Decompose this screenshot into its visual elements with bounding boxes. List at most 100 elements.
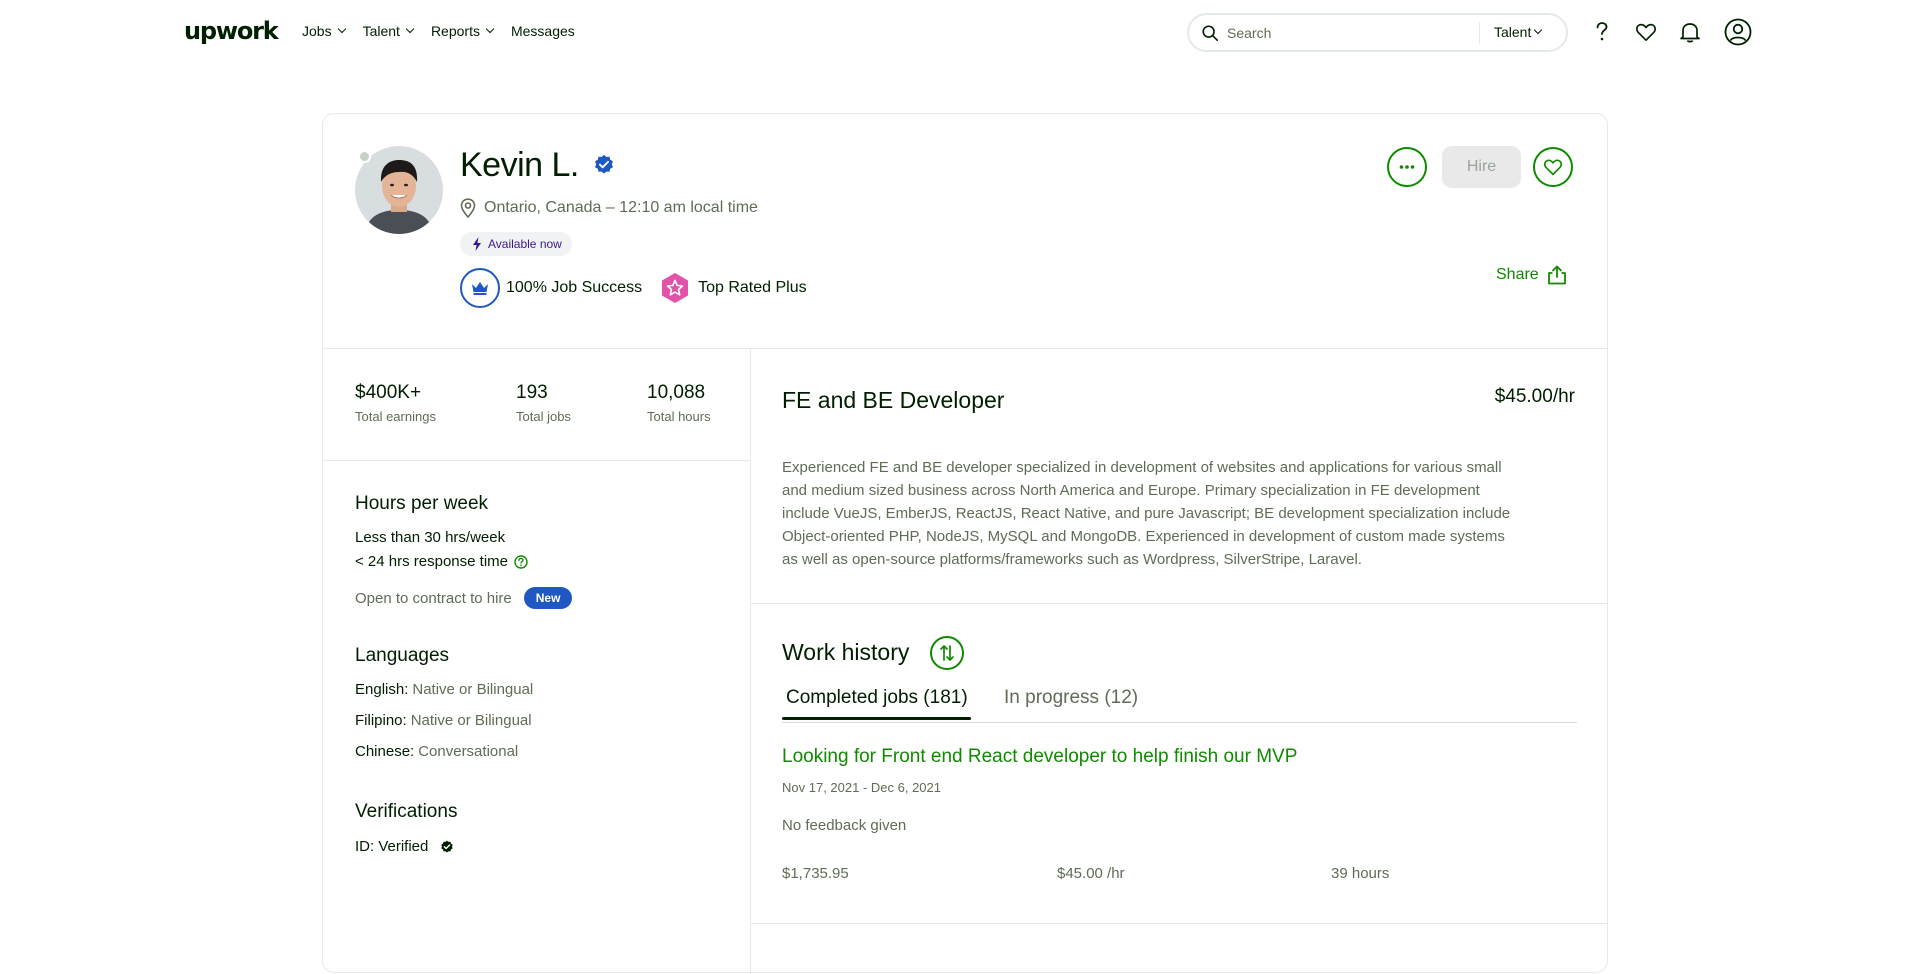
job-success-text: 100% Job Success bbox=[506, 279, 643, 296]
job-earned: $1,735.95 bbox=[782, 865, 849, 882]
bell-icon[interactable] bbox=[1676, 18, 1704, 46]
nav-jobs[interactable]: Jobs bbox=[302, 23, 346, 39]
stats-row: $400K+ Total earnings 193 Total jobs 10,… bbox=[323, 349, 750, 461]
overview-line: Experienced FE and BE developer speciali… bbox=[782, 459, 1502, 476]
nav-messages-label: Messages bbox=[510, 23, 575, 39]
online-status-dot bbox=[358, 150, 371, 163]
sort-arrows-icon bbox=[940, 645, 954, 661]
stat-label: Total jobs bbox=[516, 409, 571, 424]
top-navigation: upwork Jobs Talent Reports Messages Tale… bbox=[0, 0, 1920, 64]
work-history-title: Work history bbox=[782, 639, 910, 665]
overview-line: as well as open-source platforms/framewo… bbox=[782, 551, 1362, 568]
chevron-down-icon bbox=[405, 24, 415, 34]
user-icon[interactable] bbox=[1724, 18, 1752, 46]
language-name: Chinese: bbox=[355, 743, 415, 760]
nav-reports-label: Reports bbox=[430, 23, 480, 39]
stat-total-hours: 10,088 Total hours bbox=[647, 382, 711, 424]
share-icon bbox=[1547, 265, 1566, 285]
language-item: Chinese: Conversational bbox=[355, 743, 518, 760]
stat-total-earnings: $400K+ Total earnings bbox=[355, 382, 436, 424]
top-rated-plus-badge[interactable]: Top Rated Plus bbox=[660, 272, 807, 304]
job-dates: Nov 17, 2021 - Dec 6, 2021 bbox=[782, 780, 941, 795]
overview-line: Object-oriented PHP, NodeJS, MySQL and M… bbox=[782, 528, 1505, 545]
more-options-button[interactable] bbox=[1387, 147, 1427, 187]
job-feedback: No feedback given bbox=[782, 817, 907, 834]
language-name: Filipino: bbox=[355, 712, 407, 729]
search-input[interactable] bbox=[1227, 23, 1467, 43]
stat-value: 193 bbox=[516, 382, 548, 403]
share-link[interactable]: Share bbox=[1496, 265, 1567, 285]
chevron-down-icon bbox=[1534, 25, 1543, 35]
badges-row: 100% Job Success Top Rated Plus bbox=[460, 268, 807, 308]
location: Ontario, Canada – 12:10 am local time bbox=[460, 198, 758, 218]
search-bar: Talent bbox=[1187, 13, 1568, 52]
nav-messages[interactable]: Messages bbox=[511, 23, 575, 39]
work-history-tabs: Completed jobs (181) In progress (12) bbox=[782, 687, 1577, 723]
languages-title: Languages bbox=[355, 645, 450, 666]
lightning-icon bbox=[473, 237, 481, 251]
new-badge: New bbox=[523, 587, 573, 609]
tab-in-progress[interactable]: In progress (12) bbox=[1004, 687, 1138, 717]
location-text: Ontario, Canada – 12:10 am local time bbox=[484, 199, 758, 216]
nav-talent[interactable]: Talent bbox=[362, 23, 415, 39]
job-title-link[interactable]: Looking for Front end React developer to… bbox=[782, 746, 1297, 768]
nav-talent-label: Talent bbox=[362, 23, 400, 39]
freelancer-name: Kevin L. bbox=[460, 146, 579, 184]
stat-label: Total earnings bbox=[355, 409, 436, 424]
top-rated-plus-icon bbox=[662, 273, 689, 303]
contract-to-hire-text: Open to contract to hire bbox=[355, 589, 512, 607]
availability-badge: Available now bbox=[460, 232, 572, 256]
job-rate: $45.00 /hr bbox=[1057, 865, 1125, 882]
id-verification: ID: Verified bbox=[355, 838, 454, 855]
profile-card: Kevin L. Ontario, Canada – 12:10 am loca… bbox=[322, 113, 1608, 974]
language-level: Conversational bbox=[418, 743, 519, 760]
stat-value: $400K+ bbox=[355, 382, 422, 403]
stat-value: 10,088 bbox=[647, 382, 706, 403]
language-item: English: Native or Bilingual bbox=[355, 681, 533, 698]
tab-completed-jobs[interactable]: Completed jobs (181) bbox=[782, 687, 971, 720]
profile-header: Kevin L. Ontario, Canada – 12:10 am loca… bbox=[323, 114, 1607, 349]
crown-icon bbox=[460, 268, 500, 308]
chevron-down-icon bbox=[485, 24, 495, 34]
top-rated-plus-text: Top Rated Plus bbox=[698, 279, 807, 296]
hours-availability: Less than 30 hrs/week bbox=[355, 529, 506, 546]
job-hours: 39 hours bbox=[1331, 865, 1390, 882]
save-favorite-button[interactable] bbox=[1533, 147, 1573, 187]
search-icon[interactable] bbox=[1201, 24, 1219, 42]
profile-sidebar: $400K+ Total earnings 193 Total jobs 10,… bbox=[323, 349, 751, 974]
hours-per-week-title: Hours per week bbox=[355, 493, 489, 514]
language-item: Filipino: Native or Bilingual bbox=[355, 712, 532, 729]
heart-icon bbox=[1543, 159, 1563, 176]
response-time: < 24 hrs response time bbox=[355, 553, 528, 570]
upwork-logo[interactable]: upwork bbox=[184, 17, 279, 45]
share-label: Share bbox=[1496, 266, 1539, 283]
job-divider bbox=[751, 923, 1607, 924]
help-icon[interactable] bbox=[1588, 18, 1616, 46]
nav-jobs-label: Jobs bbox=[302, 23, 332, 39]
id-verified-text: ID: Verified bbox=[355, 838, 429, 855]
profile-main: FE and BE Developer $45.00/hr Experience… bbox=[751, 349, 1607, 974]
heart-icon[interactable] bbox=[1632, 18, 1660, 46]
profile-overview: Experienced FE and BE developer speciali… bbox=[782, 456, 1577, 571]
response-time-text: < 24 hrs response time bbox=[355, 553, 508, 570]
headline-section: FE and BE Developer $45.00/hr Experience… bbox=[751, 349, 1607, 604]
overview-line: and medium sized business across North A… bbox=[782, 482, 1480, 499]
availability-text: Available now bbox=[488, 237, 562, 251]
search-divider bbox=[1479, 22, 1480, 44]
nav-reports[interactable]: Reports bbox=[430, 23, 495, 39]
help-circle-icon[interactable] bbox=[514, 554, 528, 569]
language-level: Native or Bilingual bbox=[412, 681, 534, 698]
stat-label: Total hours bbox=[647, 409, 711, 424]
location-pin-icon bbox=[460, 198, 476, 218]
sort-button[interactable] bbox=[930, 636, 964, 670]
verified-badge-icon bbox=[595, 154, 613, 174]
hire-button[interactable]: Hire bbox=[1442, 146, 1521, 188]
hourly-rate: $45.00/hr bbox=[1494, 386, 1575, 407]
ellipsis-icon bbox=[1399, 165, 1415, 169]
search-scope-label: Talent bbox=[1494, 24, 1532, 40]
job-success-badge[interactable]: 100% Job Success bbox=[460, 268, 642, 308]
contract-to-hire: Open to contract to hire New bbox=[355, 587, 573, 609]
chevron-down-icon bbox=[337, 24, 346, 34]
language-name: English: bbox=[355, 681, 409, 698]
search-scope-dropdown[interactable]: Talent bbox=[1494, 24, 1543, 40]
